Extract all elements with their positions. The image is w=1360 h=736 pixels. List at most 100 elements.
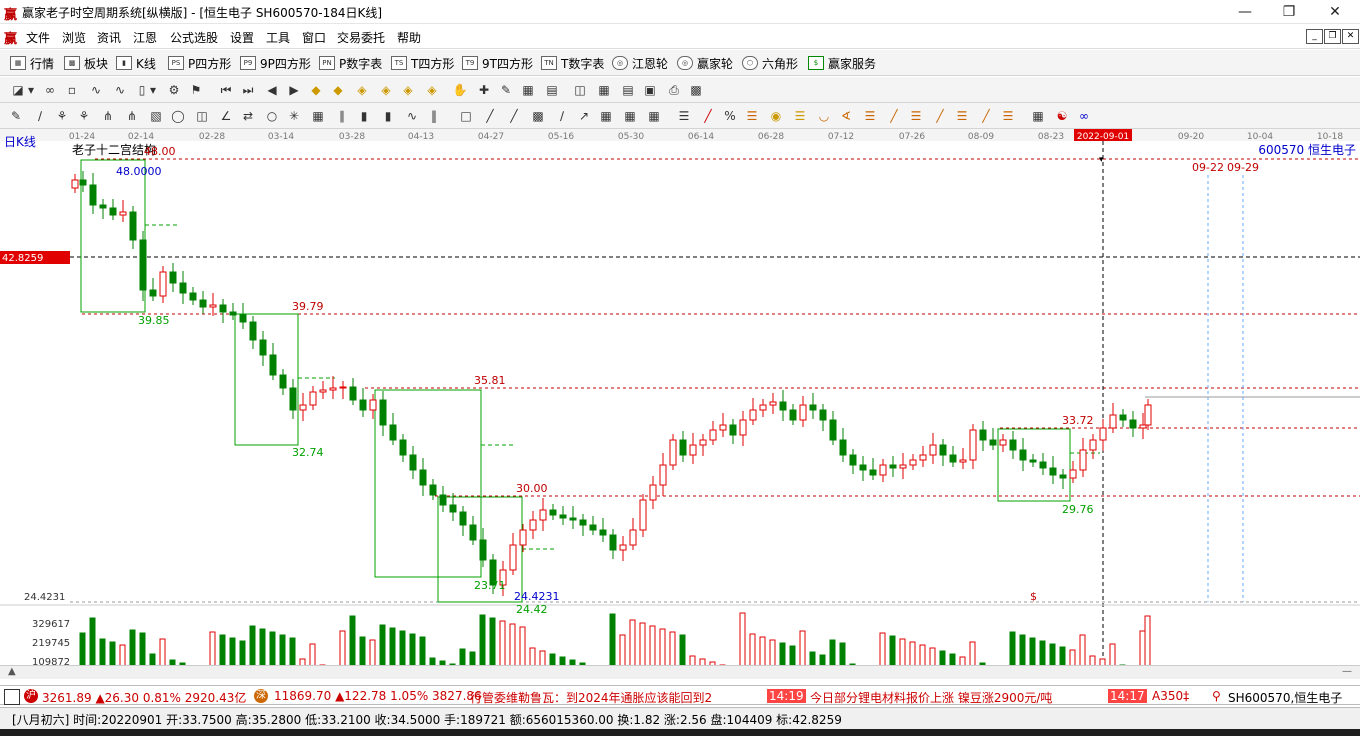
fib-zone-icon[interactable]: ☰ xyxy=(1000,108,1016,124)
tool-p-number-table-button[interactable]: PN P数字表 xyxy=(319,55,382,71)
period-select-icon[interactable]: ◪ xyxy=(10,82,26,98)
fib-arc-icon[interactable]: ◡ xyxy=(816,108,832,124)
first-icon[interactable]: ⏮ xyxy=(218,82,234,98)
mdi-minimize-button[interactable]: _ xyxy=(1306,29,1323,44)
cycle-icon[interactable]: ∞ xyxy=(42,82,58,98)
menu-browse[interactable]: 浏览 xyxy=(62,29,86,46)
mirror-icon[interactable]: ▤ xyxy=(544,82,560,98)
sz-index-value[interactable]: 11869.70 ▲122.78 1.05% 3827.86 xyxy=(274,689,482,703)
fan-icon[interactable]: ⚘ xyxy=(54,108,70,124)
pencil-icon[interactable]: ✎ xyxy=(8,108,24,124)
fib-time-icon[interactable]: ☰ xyxy=(862,108,878,124)
mdi-restore-button[interactable]: ❐ xyxy=(1324,29,1341,44)
news-item-1[interactable]: 行管委维勒鲁瓦：到2024年通胀应该能回到2 xyxy=(470,689,712,706)
calendar-icon[interactable]: ◫ xyxy=(572,82,588,98)
diag2-icon[interactable]: ╱ xyxy=(506,108,522,124)
tool-kline-button[interactable]: ▮ K线 xyxy=(116,55,156,71)
list-icon[interactable]: ☰ xyxy=(676,108,692,124)
menu-help[interactable]: 帮助 xyxy=(397,29,421,46)
fib-ext-icon[interactable]: ☰ xyxy=(908,108,924,124)
minimize-button[interactable]: — xyxy=(1222,0,1268,24)
fib-fan-icon[interactable]: ∢ xyxy=(838,108,854,124)
tool-gann-wheel-button[interactable]: ◎ 江恩轮 xyxy=(612,55,668,71)
sh-index-value[interactable]: 3261.89 ▲26.30 0.81% 2920.43亿 xyxy=(42,689,246,706)
menu-file[interactable]: 文件 xyxy=(26,29,50,46)
arrows-icon[interactable]: ⇄ xyxy=(240,108,256,124)
grid-icon[interactable] xyxy=(4,689,20,705)
diamond4-icon[interactable]: ◈ xyxy=(424,82,440,98)
menu-gann[interactable]: 江恩 xyxy=(133,29,157,46)
menu-tools[interactable]: 工具 xyxy=(266,29,290,46)
fan2-icon[interactable]: ⚘ xyxy=(76,108,92,124)
chevron-down-icon[interactable]: ▾ xyxy=(148,82,158,98)
tool-t-square-button[interactable]: TS T四方形 xyxy=(391,55,454,71)
table2-icon[interactable]: ▦ xyxy=(1030,108,1046,124)
circle-icon[interactable]: ○ xyxy=(264,108,280,124)
circle-grid-icon[interactable]: ◯ xyxy=(170,108,186,124)
period-lines-icon[interactable]: ‖ xyxy=(426,108,442,124)
fib-channel-icon[interactable]: ╱ xyxy=(886,108,902,124)
fib-icon[interactable]: ╱ xyxy=(700,108,716,124)
print-icon[interactable]: ⎙ xyxy=(666,82,682,98)
diamond2-icon[interactable]: ◈ xyxy=(378,82,394,98)
grid2-icon[interactable]: ▦ xyxy=(598,108,614,124)
fib-speed-icon[interactable]: ☰ xyxy=(954,108,970,124)
chart-scrollbar[interactable]: ▲ — xyxy=(0,665,1360,679)
box-icon[interactable]: □ xyxy=(458,108,474,124)
tool-t-number-table-button[interactable]: TN T数字表 xyxy=(541,55,604,71)
right-arrow-icon[interactable]: ▶ xyxy=(286,82,302,98)
tool-winner-wheel-button[interactable]: ◎ 赢家轮 xyxy=(677,55,733,71)
gold2-icon[interactable]: ☰ xyxy=(792,108,808,124)
levels-icon[interactable]: ☰ xyxy=(744,108,760,124)
last-icon[interactable]: ⏭ xyxy=(240,82,256,98)
infinity-icon[interactable]: ∞ xyxy=(1076,108,1092,124)
tool-sector-button[interactable]: ▩ 板块 xyxy=(64,55,108,71)
hand-icon[interactable]: ✋ xyxy=(452,82,468,98)
wave1-icon[interactable]: ∿ xyxy=(88,82,104,98)
wave2-icon[interactable]: ∿ xyxy=(112,82,128,98)
menu-settings[interactable]: 设置 xyxy=(230,29,254,46)
slope-icon[interactable]: ∕ xyxy=(554,108,570,124)
grid4-icon[interactable]: ▦ xyxy=(646,108,662,124)
news-item-2[interactable]: 今日部分锂电材料报价上涨 镍豆涨2900元/吨 xyxy=(810,689,1052,706)
bars2-icon[interactable]: ▮ xyxy=(380,108,396,124)
tool-p-square-button[interactable]: PS P四方形 xyxy=(168,55,231,71)
grid3-icon[interactable]: ▦ xyxy=(622,108,638,124)
angle-icon[interactable]: ∠ xyxy=(218,108,234,124)
bars-icon[interactable]: ▮ xyxy=(356,108,372,124)
export-icon[interactable]: ▩ xyxy=(688,82,704,98)
tool-9t-square-button[interactable]: T9 9T四方形 xyxy=(462,55,533,71)
wave-icon[interactable]: ∿ xyxy=(404,108,420,124)
vertical-lines-icon[interactable]: ◫ xyxy=(194,108,210,124)
fib-spiral-icon[interactable]: ╱ xyxy=(978,108,994,124)
yin-yang-icon[interactable]: ☯ xyxy=(1054,108,1070,124)
report-icon[interactable]: ▤ xyxy=(620,82,636,98)
zoom-out-icon[interactable]: ◆ xyxy=(330,82,346,98)
restore-button[interactable]: ❐ xyxy=(1266,0,1312,24)
left-arrow-icon[interactable]: ◀ xyxy=(264,82,280,98)
zoom-in-icon[interactable]: ◆ xyxy=(308,82,324,98)
table-icon[interactable]: ▦ xyxy=(596,82,612,98)
save-icon[interactable]: ▣ xyxy=(642,82,658,98)
diag-icon[interactable]: ╱ xyxy=(482,108,498,124)
fork-icon[interactable]: ⋔ xyxy=(100,108,116,124)
menu-formula[interactable]: 公式选股 xyxy=(170,29,218,46)
square-grid-icon[interactable]: ▦ xyxy=(310,108,326,124)
scroll-left-icon[interactable]: ▲ xyxy=(8,666,16,677)
pen-icon[interactable]: ✎ xyxy=(498,82,514,98)
percent-icon[interactable]: % xyxy=(722,108,738,124)
fork2-icon[interactable]: ⋔ xyxy=(124,108,140,124)
settings-icon[interactable]: ⚙ xyxy=(166,82,182,98)
kline-chart[interactable]: 01-24 02-14 02-28 03-14 03-28 04-13 04-27 05-16… xyxy=(0,129,1360,679)
ruler-icon[interactable]: ▦ xyxy=(520,82,536,98)
diamond3-icon[interactable]: ◈ xyxy=(400,82,416,98)
menu-window[interactable]: 窗口 xyxy=(302,29,326,46)
diamond1-icon[interactable]: ◈ xyxy=(354,82,370,98)
ray-icon[interactable]: ↗ xyxy=(576,108,592,124)
fib-ret-icon[interactable]: ╱ xyxy=(932,108,948,124)
parallel-icon[interactable]: ∥ xyxy=(334,108,350,124)
chevron-down-icon[interactable]: ▾ xyxy=(26,82,36,98)
tool-service-button[interactable]: $ 赢家服务 xyxy=(808,55,876,71)
news-item-3[interactable]: A350‡ xyxy=(1152,689,1189,703)
star-icon[interactable]: ✳ xyxy=(286,108,302,124)
